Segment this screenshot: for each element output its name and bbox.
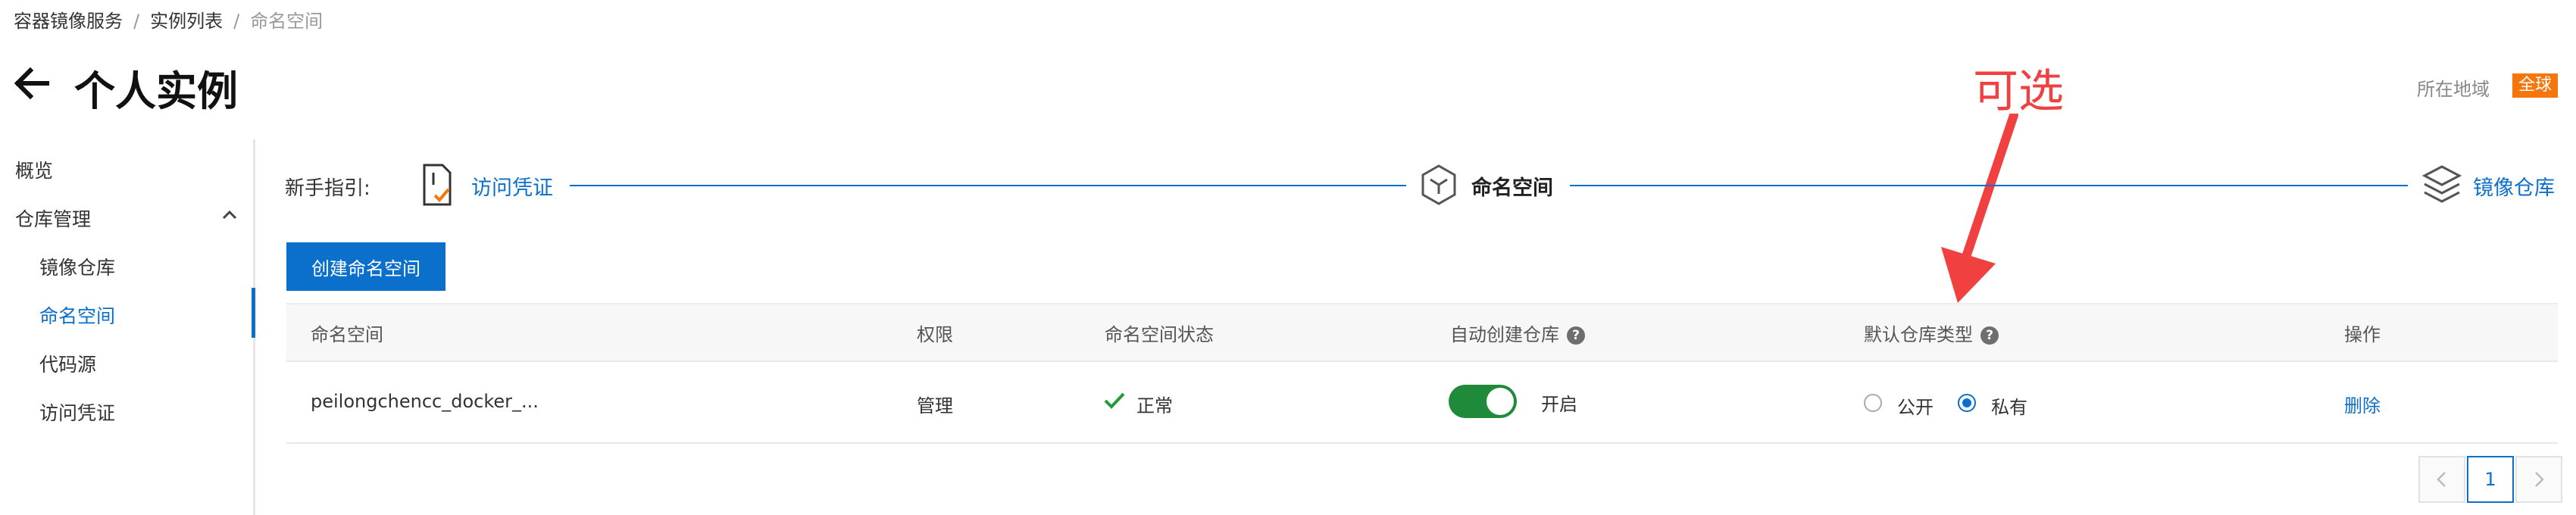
column-header-repo-type: 默认仓库类型? [1864,320,1999,346]
guide-step-image-repos[interactable]: 镜像仓库 [2473,171,2555,201]
pagination-current-page[interactable]: 1 [2467,456,2514,503]
pagination-prev-button[interactable] [2418,456,2465,503]
radio-private[interactable] [1958,394,1976,412]
column-header-permission: 权限 [917,324,953,345]
chevron-left-icon [2437,472,2446,487]
radio-public[interactable] [1864,394,1882,412]
radio-private-label[interactable]: 私有 [1991,392,2027,419]
column-header-auto-create-label: 自动创建仓库 [1450,324,1559,345]
annotation-text: 可选 [1973,65,2064,118]
create-namespace-button[interactable]: 创建命名空间 [286,242,445,291]
guide-line [1570,185,2408,186]
pagination-next-button[interactable] [2515,456,2562,503]
table-header [286,303,2558,362]
sidebar-item-overview[interactable]: 概览 [15,156,53,183]
region-label: 所在地域 [2417,79,2490,100]
breadcrumb: 容器镜像服务 / 实例列表 / 命名空间 [14,6,323,33]
sidebar-active-indicator [252,288,255,338]
cube-icon [1421,164,1456,205]
guide-line [570,185,1406,186]
help-icon[interactable]: ? [1567,326,1585,345]
page-title: 个人实例 [74,67,238,115]
column-header-actions: 操作 [2344,324,2381,345]
layers-icon [2421,165,2462,203]
region-badge: 全球 [2512,73,2559,98]
auto-create-toggle[interactable] [1449,385,1517,418]
auto-create-label: 开启 [1541,394,1577,415]
arrow-left-icon[interactable] [11,62,53,105]
toggle-knob [1487,388,1514,415]
sidebar-item-repo-management[interactable]: 仓库管理 [15,204,91,232]
document-check-icon [423,164,452,206]
breadcrumb-separator: / [133,11,140,32]
cell-permission: 管理 [917,395,953,417]
radio-public-label[interactable]: 公开 [1897,392,1934,419]
column-header-namespace: 命名空间 [311,324,383,345]
sidebar-item-code-source[interactable]: 代码源 [39,350,96,377]
cell-namespace-name[interactable]: peilongchencc_docker_... [311,391,539,412]
sidebar-item-image-repos[interactable]: 镜像仓库 [39,253,115,280]
breadcrumb-separator: / [233,11,240,32]
help-icon[interactable]: ? [1980,326,1999,345]
cell-status: 正常 [1136,395,1173,417]
column-header-repo-type-label: 默认仓库类型 [1864,324,1973,345]
column-header-auto-create: 自动创建仓库? [1450,320,1585,346]
chevron-up-icon[interactable] [220,208,239,223]
column-header-status: 命名空间状态 [1105,324,1214,345]
breadcrumb-item-service[interactable]: 容器镜像服务 [14,11,123,32]
sidebar-item-access-credentials[interactable]: 访问凭证 [39,398,115,426]
row-divider [286,442,2558,444]
check-icon [1104,392,1125,409]
guide-label: 新手指引: [285,177,370,200]
delete-link[interactable]: 删除 [2344,391,2381,417]
chevron-right-icon [2535,472,2544,487]
sidebar-item-namespaces[interactable]: 命名空间 [39,301,115,329]
breadcrumb-item-current: 命名空间 [250,11,324,32]
annotation-arrow-icon [1941,114,2018,303]
breadcrumb-item-instances[interactable]: 实例列表 [150,11,223,32]
guide-step-namespace: 命名空间 [1471,176,1553,200]
guide-step-credentials[interactable]: 访问凭证 [471,171,553,201]
